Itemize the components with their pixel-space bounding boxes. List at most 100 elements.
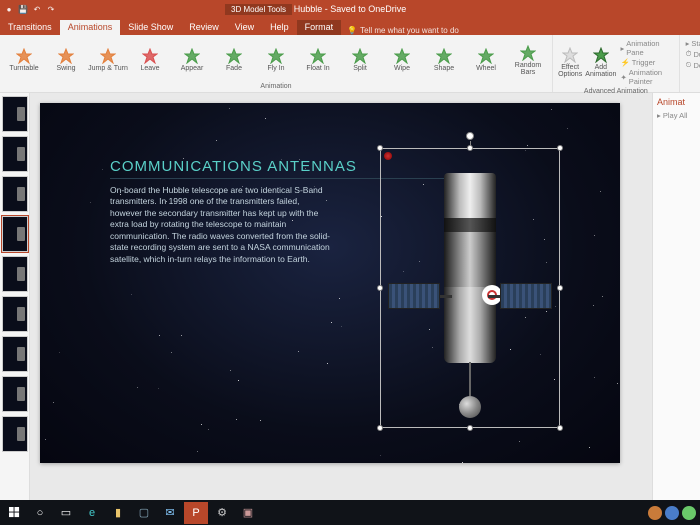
- animation-pane[interactable]: Animat ▸ Play All: [652, 93, 700, 500]
- play-all-button[interactable]: ▸ Play All: [657, 111, 696, 120]
- thumbnail-1[interactable]: [2, 96, 28, 132]
- resize-handle-w[interactable]: [377, 285, 383, 291]
- timing-duration[interactable]: ⏱ Duration: [686, 49, 700, 59]
- effect-wipe[interactable]: Wipe: [382, 48, 422, 72]
- effect-leave[interactable]: Leave: [130, 48, 170, 72]
- app-icon[interactable]: ▣: [236, 502, 260, 524]
- resize-handle-e[interactable]: [557, 285, 563, 291]
- avatar-1[interactable]: [648, 506, 662, 520]
- file-explorer-icon[interactable]: ▮: [106, 502, 130, 524]
- tab-transitions[interactable]: Transitions: [0, 20, 60, 35]
- timing-delay[interactable]: ⏲ Delay: [686, 60, 700, 70]
- tell-me-label: Tell me what you want to do: [360, 26, 459, 35]
- thumbnail-8[interactable]: [2, 376, 28, 412]
- effect-turntable[interactable]: Turntable: [4, 48, 44, 72]
- effect-label: Appear: [181, 65, 204, 72]
- effect-options-label: Effect Options: [557, 64, 583, 78]
- edge-icon[interactable]: e: [80, 502, 104, 524]
- avatar-3[interactable]: [682, 506, 696, 520]
- star-plus-icon: [593, 47, 609, 63]
- effect-shape[interactable]: Shape: [424, 48, 464, 72]
- tab-view[interactable]: View: [227, 20, 262, 35]
- workspace: COMMUNICATIONS ANTENNAS On-board the Hub…: [0, 93, 700, 500]
- avatar-2[interactable]: [665, 506, 679, 520]
- settings-taskbar-icon[interactable]: ⚙: [210, 502, 234, 524]
- tab-help[interactable]: Help: [262, 20, 297, 35]
- save-icon[interactable]: 💾: [18, 4, 28, 14]
- tab-review[interactable]: Review: [181, 20, 227, 35]
- resize-handle-se[interactable]: [557, 425, 563, 431]
- thumbnail-2[interactable]: [2, 136, 28, 172]
- effect-jump-turn[interactable]: Jump & Turn: [88, 48, 128, 72]
- autosave-toggle[interactable]: ●: [4, 4, 14, 14]
- tab-slideshow[interactable]: Slide Show: [120, 20, 181, 35]
- effect-appear[interactable]: Appear: [172, 48, 212, 72]
- thumbnail-7[interactable]: [2, 336, 28, 372]
- effect-fade[interactable]: Fade: [214, 48, 254, 72]
- effect-swing[interactable]: Swing: [46, 48, 86, 72]
- animation-gallery-group: TurntableSwingJump & Turn Leave Appear Fade…: [0, 35, 553, 92]
- effect-label: Wipe: [394, 65, 410, 72]
- tab-animations[interactable]: Animations: [60, 20, 121, 35]
- effect-split[interactable]: Split: [340, 48, 380, 72]
- slide-body-text[interactable]: On-board the Hubble telescope are two id…: [110, 185, 330, 265]
- resize-handle-nw[interactable]: [377, 145, 383, 151]
- cortana-icon[interactable]: ○: [28, 502, 52, 524]
- star-icon: [100, 48, 116, 64]
- resize-handle-s[interactable]: [467, 425, 473, 431]
- star-icon: [478, 48, 494, 64]
- animation-painter-button[interactable]: ✦ Animation Painter: [620, 68, 672, 86]
- effect-label: Wheel: [476, 65, 496, 72]
- add-animation-button[interactable]: Add Animation: [585, 47, 616, 78]
- adv-trigger-label: Trigger: [632, 58, 655, 67]
- ribbon-tabs: Transitions Animations Slide Show Review…: [0, 18, 700, 35]
- thumbnail-9[interactable]: [2, 416, 28, 452]
- store-icon[interactable]: ▢: [132, 502, 156, 524]
- resize-handle-n[interactable]: [467, 145, 473, 151]
- rotation-handle[interactable]: [466, 132, 474, 140]
- trigger-button[interactable]: ⚡ Trigger: [620, 58, 672, 67]
- title-bar: ● 💾 ↶ ↷ 3D Model Tools Hubble - Saved to…: [0, 0, 700, 18]
- thumbnail-6[interactable]: [2, 296, 28, 332]
- effect-random-bars[interactable]: Random Bars: [508, 45, 548, 76]
- selected-3d-model[interactable]: [380, 148, 560, 428]
- powerpoint-taskbar-icon[interactable]: P: [184, 502, 208, 524]
- lightbulb-icon: 💡: [347, 26, 357, 35]
- mail-icon[interactable]: ✉: [158, 502, 182, 524]
- add-animation-label: Add Animation: [585, 64, 616, 78]
- effect-float-in[interactable]: Float In: [298, 48, 338, 72]
- thumbnail-4[interactable]: [2, 216, 28, 252]
- selection-box: [380, 148, 560, 428]
- tab-format[interactable]: Format: [297, 20, 342, 35]
- effect-label: Fade: [226, 65, 242, 72]
- start-button[interactable]: [2, 502, 26, 524]
- star-icon: [268, 48, 284, 64]
- adv-painter-label: Animation Painter: [629, 68, 673, 86]
- resize-handle-sw[interactable]: [377, 425, 383, 431]
- undo-icon[interactable]: ↶: [32, 4, 42, 14]
- star-icon: [16, 48, 32, 64]
- animation-pane-button[interactable]: ▸ Animation Pane: [620, 39, 672, 57]
- slide[interactable]: COMMUNICATIONS ANTENNAS On-board the Hub…: [40, 103, 620, 463]
- effect-options-button[interactable]: Effect Options: [557, 47, 583, 78]
- effect-label: Random Bars: [508, 62, 548, 76]
- timing-group: ▸ Start ⏱ Duration ⏲ Delay: [680, 35, 700, 92]
- resize-handle-ne[interactable]: [557, 145, 563, 151]
- document-title: Hubble - Saved to OneDrive: [294, 4, 407, 14]
- contextual-tool-label: 3D Model Tools: [225, 4, 292, 15]
- record-indicator-icon: [384, 152, 392, 160]
- thumbnail-3[interactable]: [2, 176, 28, 212]
- effect-label: Leave: [140, 65, 159, 72]
- star-icon: [394, 48, 410, 64]
- animation-pane-title: Animat: [657, 97, 696, 107]
- effect-fly-in[interactable]: Fly In: [256, 48, 296, 72]
- task-view-icon[interactable]: ▭: [54, 502, 78, 524]
- tell-me-search[interactable]: 💡 Tell me what you want to do: [347, 26, 459, 35]
- star-icon: [352, 48, 368, 64]
- redo-icon[interactable]: ↷: [46, 4, 56, 14]
- slide-thumbnails[interactable]: [0, 93, 30, 500]
- timing-start[interactable]: ▸ Start: [686, 39, 700, 48]
- star-icon: [58, 48, 74, 64]
- thumbnail-5[interactable]: [2, 256, 28, 292]
- effect-wheel[interactable]: Wheel: [466, 48, 506, 72]
